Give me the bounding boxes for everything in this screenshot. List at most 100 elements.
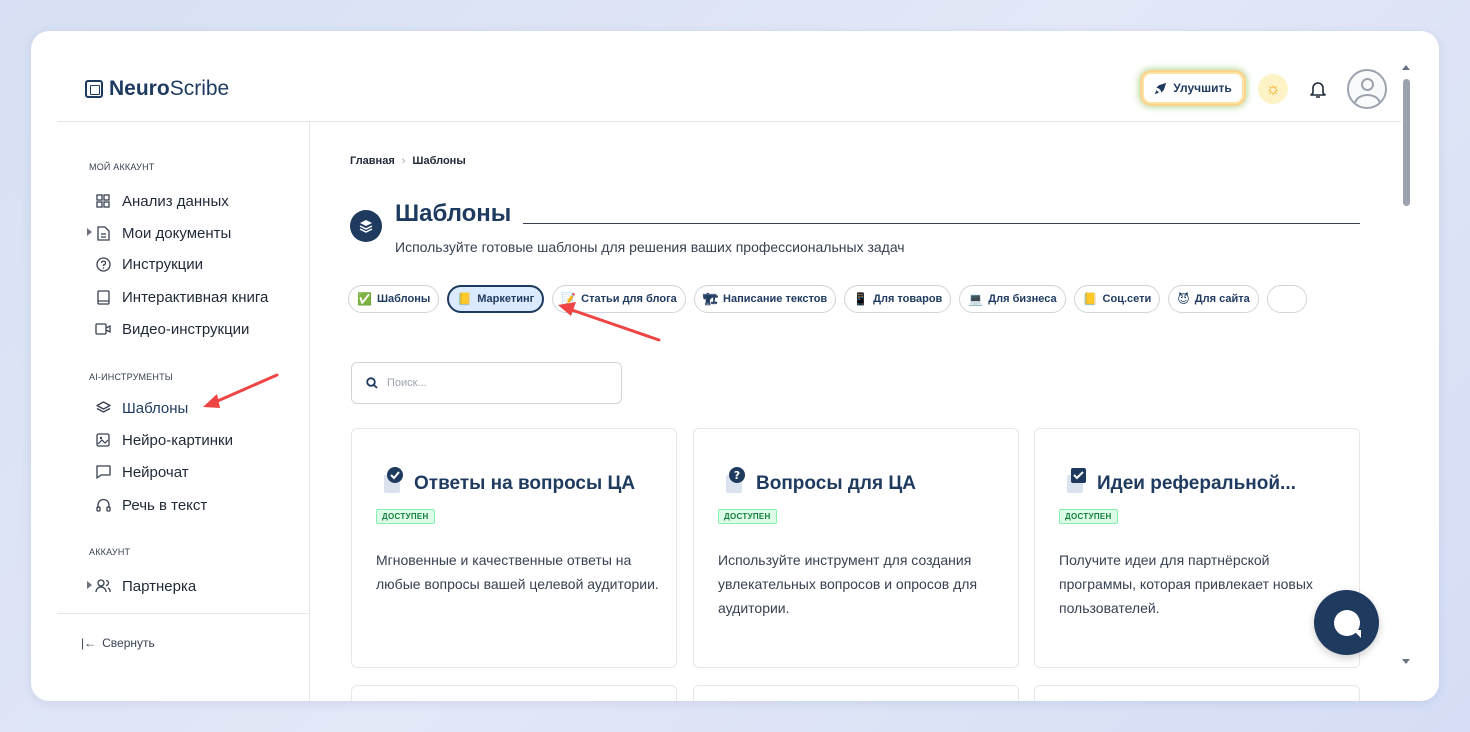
sidebar-item-label: Инструкции (122, 255, 204, 273)
user-avatar[interactable] (1347, 69, 1387, 109)
sidebar-item-instructions[interactable]: Инструкции (95, 253, 203, 275)
sidebar-item-label: Интерактивная книга (122, 288, 269, 306)
sidebar-item-templates[interactable]: Шаблоны (95, 397, 188, 419)
theme-toggle-button[interactable]: ☼ (1258, 74, 1288, 104)
template-card[interactable]: Идеи реферальной... ДОСТУПЕН Получите ид… (1034, 428, 1360, 668)
notebook-icon: 📒 (457, 292, 473, 306)
check-badge-icon (382, 467, 406, 495)
headphones-icon (95, 497, 111, 513)
chip-label: Для сайта (1194, 293, 1250, 305)
card-title-text: Ответы на вопросы ЦА (414, 473, 636, 494)
sidebar-item-label: Речь в текст (122, 496, 208, 514)
chip-for-website[interactable]: 😈 Для сайта (1168, 285, 1259, 313)
sidebar-item-partner[interactable]: Партнерка (95, 575, 196, 597)
chip-label: Маркетинг (477, 293, 535, 305)
status-badge: ДОСТУПЕН (718, 509, 777, 524)
card-description: Получите идеи для партнёрской программы,… (1059, 552, 1313, 616)
book-icon (95, 289, 111, 305)
chip-label: Статьи для блога (581, 293, 677, 305)
chip-templates[interactable]: ✅ Шаблоны (348, 285, 440, 313)
chip-social-media[interactable]: 📒 Соц.сети (1073, 285, 1161, 313)
sidebar-item-label: Анализ данных (122, 192, 229, 210)
breadcrumb-current: Шаблоны (412, 155, 466, 167)
chat-bubble-icon (1333, 609, 1361, 638)
checkbox-icon: ✅ (357, 292, 372, 306)
chip-for-products[interactable]: 📱 Для товаров (844, 285, 952, 313)
card-title-text: Идеи реферальной... (1097, 473, 1296, 494)
chip-writing-texts[interactable]: 🏗 Написание текстов (693, 285, 837, 313)
page-subtitle: Используйте готовые шаблоны для решения … (395, 239, 905, 255)
section-title-ai-tools: AI-ИНСТРУМЕНТЫ (89, 372, 173, 382)
chip-for-business[interactable]: 💻 Для бизнеса (959, 285, 1066, 313)
template-card[interactable]: Ответы на вопросы ЦА ДОСТУПЕН Мгновенные… (351, 428, 677, 668)
svg-text:?: ? (734, 469, 740, 482)
logo-bold: Neuro (109, 77, 170, 100)
sidebar-item-neuro-images[interactable]: Нейро-картинки (95, 429, 233, 451)
card-title: Идеи реферальной... (1065, 467, 1296, 495)
sun-icon: ☼ (1265, 79, 1281, 98)
main-content: Главная › Шаблоны Шаблоны Используйте го… (311, 122, 1401, 701)
chip-label: Шаблоны (376, 293, 431, 305)
section-title-account: АККАУНТ (89, 547, 131, 557)
chip-blog-articles[interactable]: 📝 Статьи для блога (552, 285, 686, 313)
search-box[interactable] (351, 362, 622, 404)
chip-label: Для бизнеса (988, 293, 1057, 305)
devil-icon: 😈 (1177, 292, 1190, 306)
chip-label: Написание текстов (723, 293, 828, 305)
sidebar-item-label: Партнерка (122, 577, 197, 595)
image-icon (95, 432, 111, 448)
upgrade-label: Улучшить (1173, 81, 1232, 95)
card-description: Используйте инструмент для создания увле… (718, 552, 978, 616)
template-card[interactable] (693, 685, 1019, 701)
collapse-label: Свернуть (102, 636, 155, 650)
sidebar-divider (57, 613, 310, 614)
upgrade-button[interactable]: Улучшить (1142, 72, 1244, 104)
layers-icon (350, 210, 382, 242)
section-title-my-account: МОЙ АККАУНТ (89, 162, 155, 172)
building-icon: 🏗 (702, 292, 719, 306)
sidebar-item-label: Видео-инструкции (122, 320, 250, 338)
card-title: ? Вопросы для ЦА (724, 467, 916, 495)
scroll-up-arrow[interactable] (1402, 65, 1410, 70)
logo-light: Scribe (169, 77, 230, 100)
status-badge: ДОСТУПЕН (1059, 509, 1118, 524)
collapse-sidebar-button[interactable]: |← Свернуть (81, 636, 155, 650)
checkbox-badge-icon (1065, 467, 1089, 495)
sidebar-item-label: Шаблоны (122, 399, 189, 417)
bell-icon (1310, 82, 1326, 98)
top-header: Neuro Scribe Улучшить ☼ (57, 31, 1401, 122)
sidebar-item-neurochat[interactable]: Нейрочат (95, 461, 189, 483)
sidebar-item-speech-to-text[interactable]: Речь в текст (95, 494, 207, 516)
collapse-icon: |← (81, 636, 97, 650)
category-chips: ✅ Шаблоны 📒 Маркетинг 📝 Статьи для блога 🏗 Н… (348, 285, 1307, 313)
chip-label: Соц.сети (1102, 293, 1152, 305)
template-card[interactable] (351, 685, 677, 701)
sidebar-item-my-documents[interactable]: Мои документы (95, 222, 231, 244)
sidebar-item-label: Мои документы (122, 224, 232, 242)
expand-caret-icon[interactable] (87, 581, 92, 589)
layers-icon (95, 400, 111, 416)
logo[interactable]: Neuro Scribe (85, 77, 229, 101)
support-chat-button[interactable] (1314, 590, 1379, 655)
chip-more[interactable] (1266, 285, 1307, 313)
breadcrumb-home[interactable]: Главная (350, 155, 395, 167)
sidebar-item-video-instructions[interactable]: Видео-инструкции (95, 318, 249, 340)
notifications-button[interactable] (1305, 76, 1331, 102)
breadcrumb: Главная › Шаблоны (350, 155, 466, 167)
scroll-down-arrow[interactable] (1402, 659, 1410, 664)
grid-icon (95, 193, 111, 209)
scrollbar-thumb[interactable] (1403, 79, 1410, 206)
search-input[interactable] (387, 377, 607, 389)
template-card[interactable] (1034, 685, 1360, 701)
chip-marketing[interactable]: 📒 Маркетинг (447, 285, 545, 313)
status-badge: ДОСТУПЕН (376, 509, 435, 524)
expand-caret-icon[interactable] (87, 228, 92, 236)
search-icon (366, 377, 378, 389)
sidebar-item-label: Нейрочат (122, 463, 189, 481)
sidebar-item-data-analysis[interactable]: Анализ данных (95, 190, 229, 212)
question-badge-icon: ? (724, 467, 748, 495)
sidebar-item-interactive-book[interactable]: Интерактивная книга (95, 286, 268, 308)
card-title: Ответы на вопросы ЦА (382, 467, 635, 495)
sidebar: МОЙ АККАУНТ Анализ данных Мои документы … (57, 122, 310, 701)
template-card[interactable]: ? Вопросы для ЦА ДОСТУПЕН Используйте ин… (693, 428, 1019, 668)
